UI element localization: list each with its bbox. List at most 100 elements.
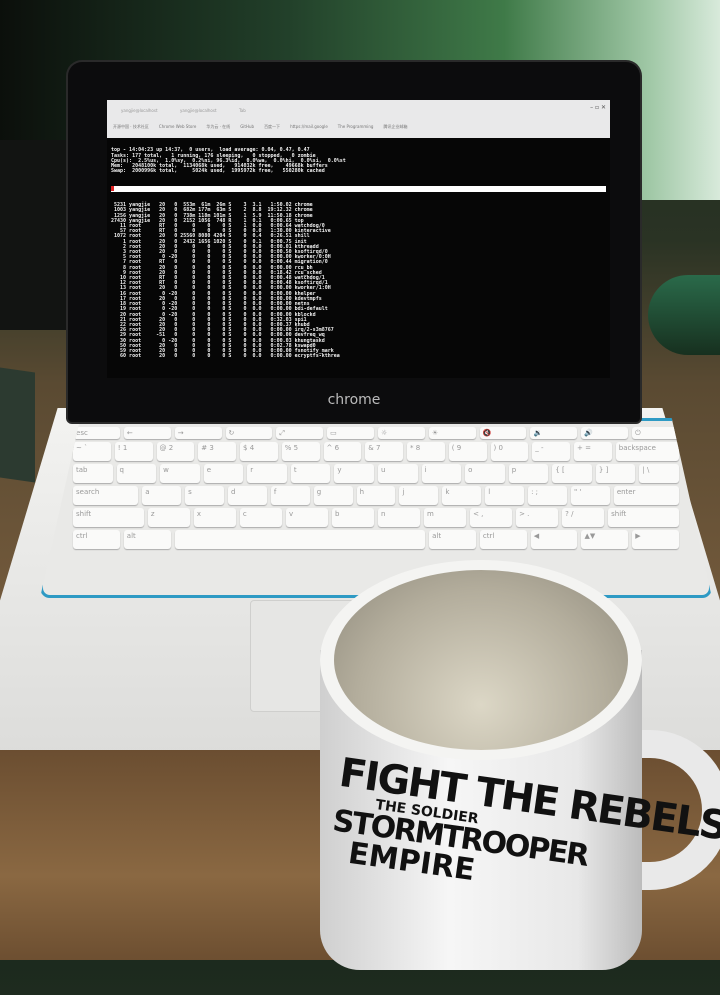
key[interactable]: @ 2 xyxy=(156,442,195,461)
browser-tab[interactable]: yangjie@localhost xyxy=(180,108,235,116)
key[interactable]: search xyxy=(73,486,139,505)
key[interactable]: $ 4 xyxy=(240,442,278,461)
key[interactable]: c xyxy=(239,508,282,527)
bookmark-item[interactable]: 华为云 · 在线 xyxy=(206,124,230,130)
key[interactable]: } ] xyxy=(595,464,636,483)
key[interactable]: ☼ xyxy=(378,427,425,439)
keyboard-row: ctrl alt alt ctrl ◀ ▲▼ ▶ xyxy=(73,530,679,549)
key[interactable]: + = xyxy=(574,442,612,461)
key[interactable]: enter xyxy=(613,486,679,505)
bookmark-item[interactable]: 开源中国 · 技术社区 xyxy=(113,124,149,130)
key[interactable]: → xyxy=(174,427,222,439)
bookmarks-bar: 开源中国 · 技术社区 Chrome Web Store 华为云 · 在线 GitHu… xyxy=(107,116,610,130)
key[interactable]: w xyxy=(160,464,200,483)
key[interactable]: l xyxy=(485,486,525,505)
key[interactable]: n xyxy=(378,508,421,527)
key[interactable]: ctrl xyxy=(73,530,120,549)
key[interactable]: u xyxy=(378,464,418,483)
key[interactable]: j xyxy=(399,486,439,505)
key[interactable]: ^ 6 xyxy=(323,442,362,461)
key[interactable]: ▭ xyxy=(327,427,374,439)
key[interactable]: o xyxy=(465,464,505,483)
key[interactable]: ⤢ xyxy=(276,427,324,439)
key[interactable]: f xyxy=(270,486,310,505)
key[interactable]: ↻ xyxy=(225,427,273,439)
key[interactable]: tab xyxy=(72,464,113,483)
key[interactable]: : ; xyxy=(528,486,567,505)
key[interactable]: 🔉 xyxy=(530,427,578,439)
key[interactable]: { [ xyxy=(552,464,592,483)
key[interactable]: s xyxy=(185,486,224,505)
bookmark-item[interactable]: Chrome Web Store xyxy=(159,124,197,130)
key[interactable]: z xyxy=(147,508,190,527)
brand-label: chrome xyxy=(327,392,381,408)
key[interactable]: ⏻ xyxy=(632,427,679,439)
browser-tab[interactable]: yangjie@localhost xyxy=(121,108,176,116)
key[interactable]: shift xyxy=(608,508,680,527)
key[interactable]: esc xyxy=(73,427,120,439)
window-controls[interactable]: – ▫ ✕ xyxy=(590,104,606,111)
key[interactable]: shift xyxy=(72,508,144,527)
key[interactable]: ◀ xyxy=(530,530,578,549)
key[interactable]: ? / xyxy=(562,508,605,527)
key[interactable]: y xyxy=(334,464,374,483)
keyboard-row: search a s d f g h j k l: ; " ' enter xyxy=(73,486,679,505)
key[interactable]: > . xyxy=(516,508,559,527)
key[interactable]: ! 1 xyxy=(114,442,153,461)
browser-tab[interactable]: Tab xyxy=(239,108,294,116)
keyboard-row: shift z x c v b n m < , > .? / shift xyxy=(72,508,680,527)
key[interactable]: x xyxy=(193,508,236,527)
terminal[interactable]: top - 14:04:23 up 14:37, 0 users, load a… xyxy=(107,138,610,370)
bookmark-item[interactable]: https://mail.google xyxy=(290,124,328,130)
key[interactable]: ctrl xyxy=(479,530,527,549)
key[interactable]: < , xyxy=(470,508,513,527)
bookmark-item[interactable]: The Programming xyxy=(338,124,374,130)
key[interactable]: r xyxy=(247,464,287,483)
key[interactable]: alt xyxy=(123,530,171,549)
bookmark-item[interactable]: 百度一下 xyxy=(264,124,280,130)
key[interactable]: a xyxy=(142,486,182,505)
key[interactable]: ▶ xyxy=(632,530,679,549)
key[interactable]: ▲▼ xyxy=(581,530,629,549)
key[interactable]: & 7 xyxy=(365,442,404,461)
key[interactable]: | \ xyxy=(639,464,680,483)
laptop-screen: yangjie@localhost yangjie@localhost Tab … xyxy=(107,100,610,378)
key[interactable]: d xyxy=(227,486,267,505)
key[interactable]: 🔇 xyxy=(479,427,527,439)
mug-rim xyxy=(320,560,642,760)
key[interactable]: 🔊 xyxy=(581,427,629,439)
key[interactable] xyxy=(174,530,426,549)
key[interactable]: g xyxy=(313,486,353,505)
key[interactable]: v xyxy=(285,508,328,527)
key[interactable]: h xyxy=(356,486,396,505)
key[interactable]: p xyxy=(508,464,549,483)
key[interactable]: backspace xyxy=(615,442,679,461)
key[interactable]: ( 9 xyxy=(448,442,487,461)
key[interactable]: alt xyxy=(429,530,476,549)
key[interactable]: e xyxy=(203,464,244,483)
bookmark-item[interactable]: 腾讯企业邮箱 xyxy=(383,124,407,130)
key[interactable]: b xyxy=(331,508,374,527)
key[interactable]: " ' xyxy=(570,486,610,505)
key[interactable]: k xyxy=(442,486,482,505)
key[interactable]: ← xyxy=(123,427,171,439)
process-list: 5231 yangjie 20 0 553m 61m 26m S 3 3.1 1… xyxy=(111,203,606,359)
mug-logo: FIGHT THE REBELS THE SOLDIER STORMTROOPE… xyxy=(316,750,720,977)
coffee-mug: FIGHT THE REBELS THE SOLDIER STORMTROOPE… xyxy=(320,560,720,970)
key[interactable]: # 3 xyxy=(198,442,237,461)
bookmark-item[interactable]: GitHub xyxy=(240,124,254,130)
key[interactable]: ~ ` xyxy=(73,442,111,461)
key[interactable]: % 5 xyxy=(281,442,320,461)
key[interactable]: ☀ xyxy=(428,427,476,439)
key[interactable]: ) 0 xyxy=(490,442,529,461)
key[interactable]: m xyxy=(424,508,467,527)
key[interactable]: q xyxy=(116,464,157,483)
keyboard-row: tab q w e r t y u i o p{ [} ] | \ xyxy=(72,464,680,483)
top-summary: top - 14:04:23 up 14:37, 0 users, load a… xyxy=(111,148,606,174)
key[interactable]: _ - xyxy=(532,442,571,461)
keyboard-row: ~ `! 1 @ 2 # 3 $ 4% 5 ^ 6 & 7 * 8( 9) 0 _ - + = b… xyxy=(73,442,679,461)
key[interactable]: t xyxy=(290,464,331,483)
key[interactable]: i xyxy=(421,464,462,483)
notebook xyxy=(0,367,35,483)
key[interactable]: * 8 xyxy=(407,442,445,461)
